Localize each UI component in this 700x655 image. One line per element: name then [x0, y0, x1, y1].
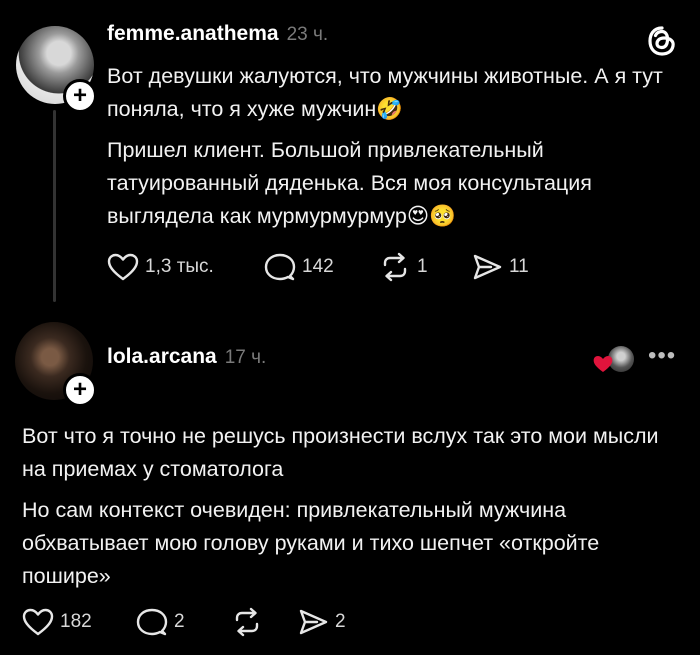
repost-icon	[235, 607, 259, 637]
liked-by-avatars[interactable]	[592, 346, 636, 376]
like-count: 182	[60, 611, 92, 632]
liked-heart-icon	[593, 356, 613, 372]
like-button[interactable]: 1,3 тыс.	[107, 252, 264, 282]
post-paragraph: Вот девушки жалуются, что мужчины животн…	[107, 64, 663, 121]
threads-logo-icon[interactable]	[645, 24, 679, 63]
like-button[interactable]: 182	[22, 607, 136, 637]
thread-line	[53, 110, 56, 302]
repost-button[interactable]: 1	[379, 252, 471, 282]
repost-button[interactable]	[231, 607, 297, 637]
share-count: 2	[335, 611, 346, 632]
username[interactable]: femme.anathema	[107, 22, 279, 45]
heart-icon	[22, 608, 54, 636]
like-count: 1,3 тыс.	[145, 256, 214, 277]
comment-count: 142	[302, 256, 334, 277]
heart-icon	[107, 253, 139, 281]
post-time: 23 ч.	[286, 24, 329, 45]
send-icon	[473, 254, 502, 280]
post1-body: Вот девушки жалуются, что мужчины животн…	[107, 60, 682, 241]
post-paragraph: Но сам контекст очевиден: привлекательны…	[22, 498, 600, 588]
comment-count: 2	[174, 611, 185, 632]
post-time: 17 ч.	[224, 347, 267, 368]
post1-actions: 1,3 тыс. 142 1 11	[107, 252, 529, 282]
post-paragraph: Пришел клиент. Большой привлекательный т…	[107, 138, 592, 228]
more-options-icon[interactable]: •••	[648, 342, 676, 370]
username[interactable]: lola.arcana	[107, 345, 217, 368]
follow-plus-icon[interactable]: +	[63, 373, 97, 407]
post2-header: lola.arcana 17 ч.	[107, 345, 266, 369]
repost-icon	[383, 252, 407, 282]
share-button[interactable]: 2	[297, 607, 346, 637]
share-count: 11	[509, 256, 529, 277]
post2-body: Вот что я точно не решусь произнести всл…	[22, 420, 687, 601]
post1-header: femme.anathema 23 ч.	[107, 22, 328, 46]
share-button[interactable]: 11	[471, 252, 529, 282]
repost-count: 1	[417, 256, 428, 277]
comment-button[interactable]: 142	[264, 252, 379, 282]
send-icon	[299, 609, 328, 635]
comment-button[interactable]: 2	[136, 607, 231, 637]
follow-plus-icon[interactable]: +	[63, 79, 97, 113]
comment-icon	[264, 253, 296, 281]
post-paragraph: Вот что я точно не решусь произнести всл…	[22, 424, 659, 481]
comment-icon	[136, 608, 168, 636]
post2-actions: 182 2 2	[22, 607, 346, 637]
